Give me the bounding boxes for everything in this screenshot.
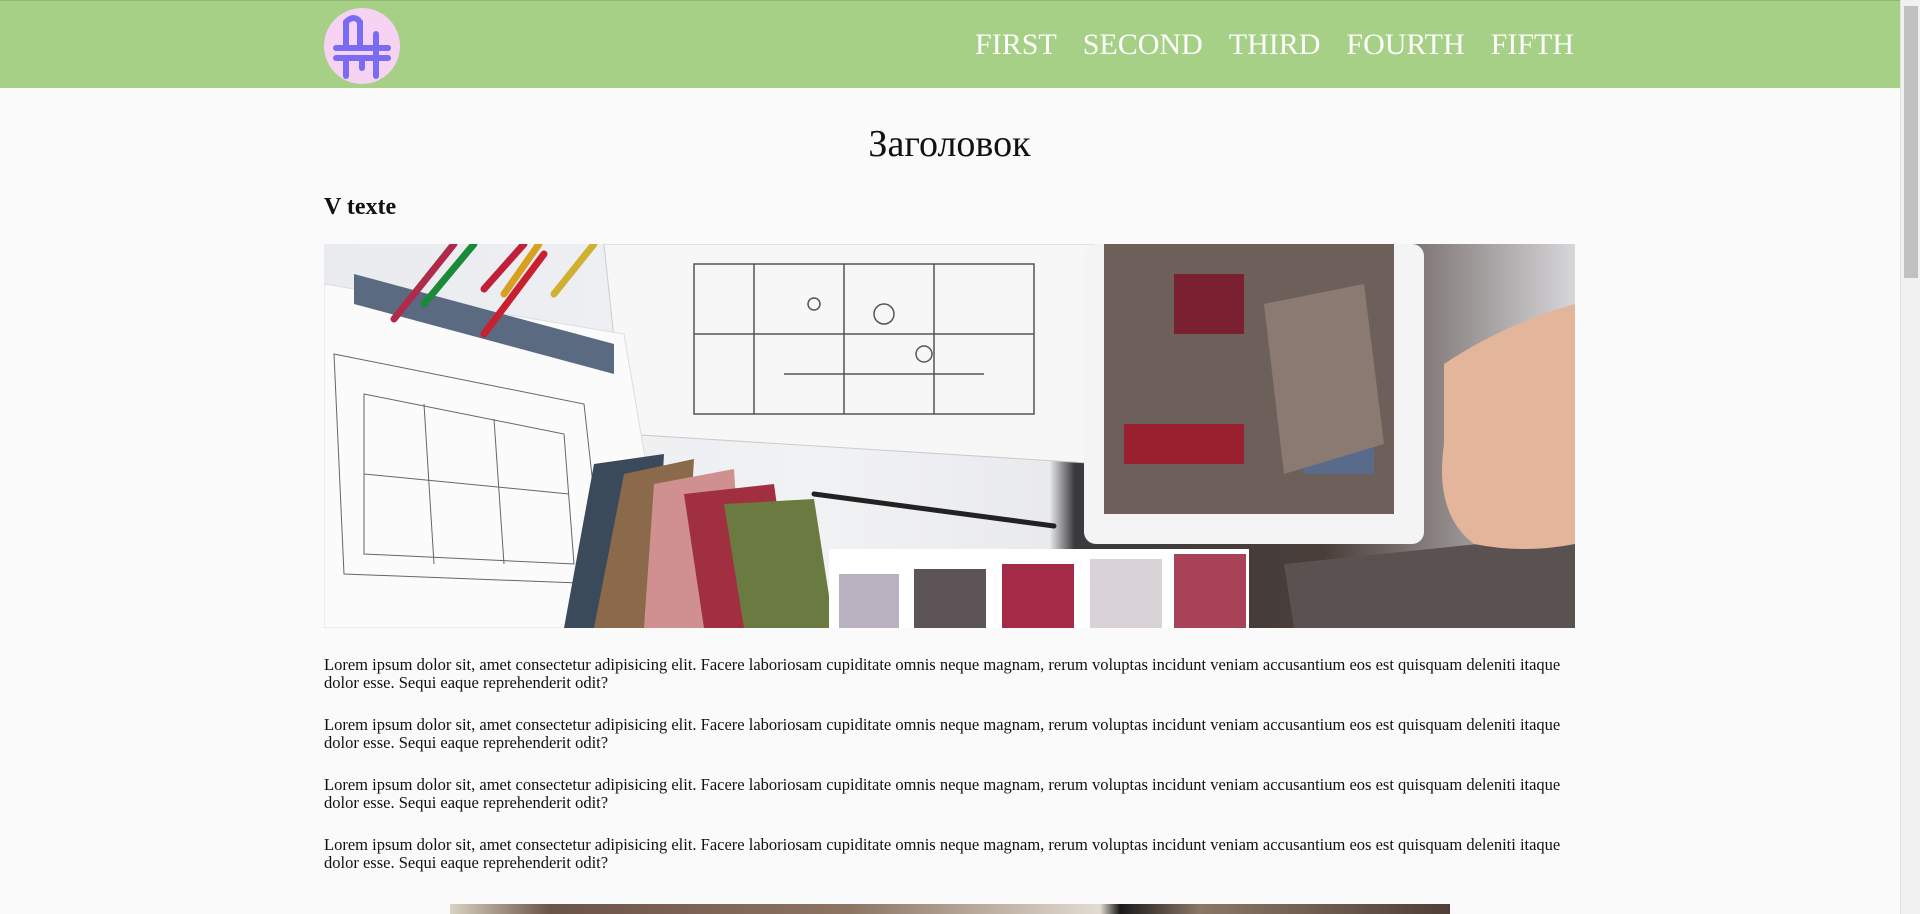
section-subtitle: V texte xyxy=(324,194,397,220)
interior-design-image xyxy=(324,244,1575,628)
paragraph-1: Lorem ipsum dolor sit, amet consectetur … xyxy=(324,655,1561,692)
nav-item-second[interactable]: SECOND xyxy=(1083,23,1203,67)
nav-item-fifth[interactable]: FIFTH xyxy=(1491,23,1574,67)
site-header: FIRST SECOND THIRD FOURTH FIFTH xyxy=(0,0,1900,88)
second-image xyxy=(450,904,1450,914)
paragraph-2: Lorem ipsum dolor sit, amet consectetur … xyxy=(324,715,1561,752)
page-title: Заголовок xyxy=(868,123,1031,165)
nav-item-fourth[interactable]: FOURTH xyxy=(1346,23,1464,67)
main-nav: FIRST SECOND THIRD FOURTH FIFTH xyxy=(975,23,1574,67)
paragraph-4: Lorem ipsum dolor sit, amet consectetur … xyxy=(324,835,1561,872)
nav-item-third[interactable]: THIRD xyxy=(1229,23,1321,67)
nav-item-first[interactable]: FIRST xyxy=(975,23,1057,67)
scrollbar-thumb[interactable] xyxy=(1904,6,1918,278)
paragraph-3: Lorem ipsum dolor sit, amet consectetur … xyxy=(324,775,1561,812)
main-content: Заголовок V texte Lorem ipsum dolor sit,… xyxy=(324,88,1575,872)
vertical-scrollbar[interactable] xyxy=(1900,0,1920,914)
furniture-logo-icon[interactable] xyxy=(324,8,400,84)
